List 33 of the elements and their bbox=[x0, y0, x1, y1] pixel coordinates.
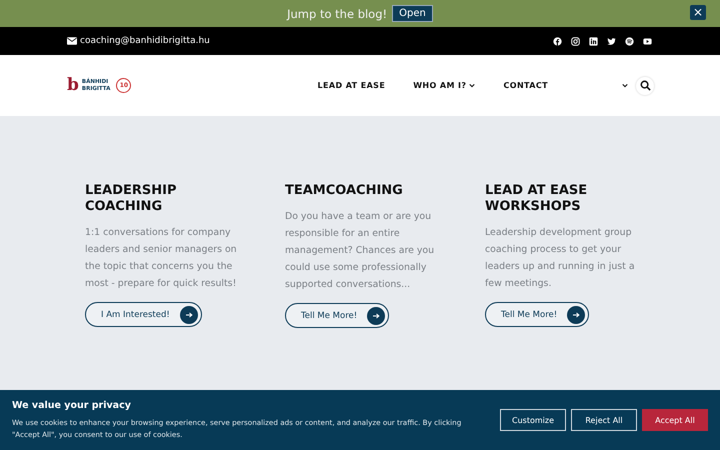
linkedin-icon[interactable] bbox=[589, 36, 598, 46]
envelope-icon bbox=[67, 37, 77, 45]
card-title: TEAMCOACHING bbox=[285, 183, 404, 199]
search-icon bbox=[640, 80, 650, 91]
nav-link[interactable]: WHO AM I? bbox=[399, 81, 490, 90]
spotify-icon[interactable] bbox=[625, 36, 634, 46]
cta-button[interactable]: Tell Me More! bbox=[485, 302, 590, 327]
cookie-button[interactable]: Customize bbox=[500, 409, 566, 431]
arrow-right-icon bbox=[180, 306, 198, 324]
accept-button[interactable]: Accept All bbox=[642, 409, 708, 431]
chevron-down-icon[interactable] bbox=[622, 83, 628, 88]
card-description: 1:1 conversations for company leaders and senior managers on the topic that concerns you the most - prepare for quick results! bbox=[85, 226, 238, 291]
facebook-icon[interactable] bbox=[553, 36, 562, 46]
card-description: Leadership development group coaching process to get your leaders up and running in just a few meetings. bbox=[485, 226, 636, 291]
cookie-button[interactable]: Reject All bbox=[571, 409, 637, 431]
cookie-title: We value your privacy bbox=[12, 400, 132, 410]
arrow-right-icon bbox=[367, 306, 386, 324]
card-title: LEADERSHIP COACHING bbox=[85, 183, 178, 215]
cta-button[interactable]: I Am Interested! bbox=[85, 302, 202, 327]
instagram-icon[interactable] bbox=[571, 36, 580, 46]
close-button[interactable]: × bbox=[690, 5, 706, 20]
nav-link[interactable]: LEAD AT EASE bbox=[304, 81, 400, 90]
arrow-right-icon bbox=[567, 306, 586, 324]
card-description: Do you have a team or are you responsible for an entire management? Chances are you could use some professionally supported conversations... bbox=[285, 210, 436, 292]
card-title: LEAD AT EASE WORKSHOPS bbox=[485, 183, 588, 215]
open-button[interactable]: Open bbox=[392, 5, 433, 22]
twitter-icon[interactable] bbox=[607, 36, 616, 46]
youtube-icon[interactable] bbox=[643, 36, 652, 46]
email-link[interactable]: coaching@banhidibrigitta.hu bbox=[67, 36, 210, 46]
chevron-down-icon bbox=[469, 83, 476, 88]
announcement-text: Jump to the blog! bbox=[287, 6, 388, 20]
cta-button[interactable]: Tell Me More! bbox=[285, 303, 390, 328]
nav-link[interactable]: CONTACT bbox=[489, 81, 562, 90]
